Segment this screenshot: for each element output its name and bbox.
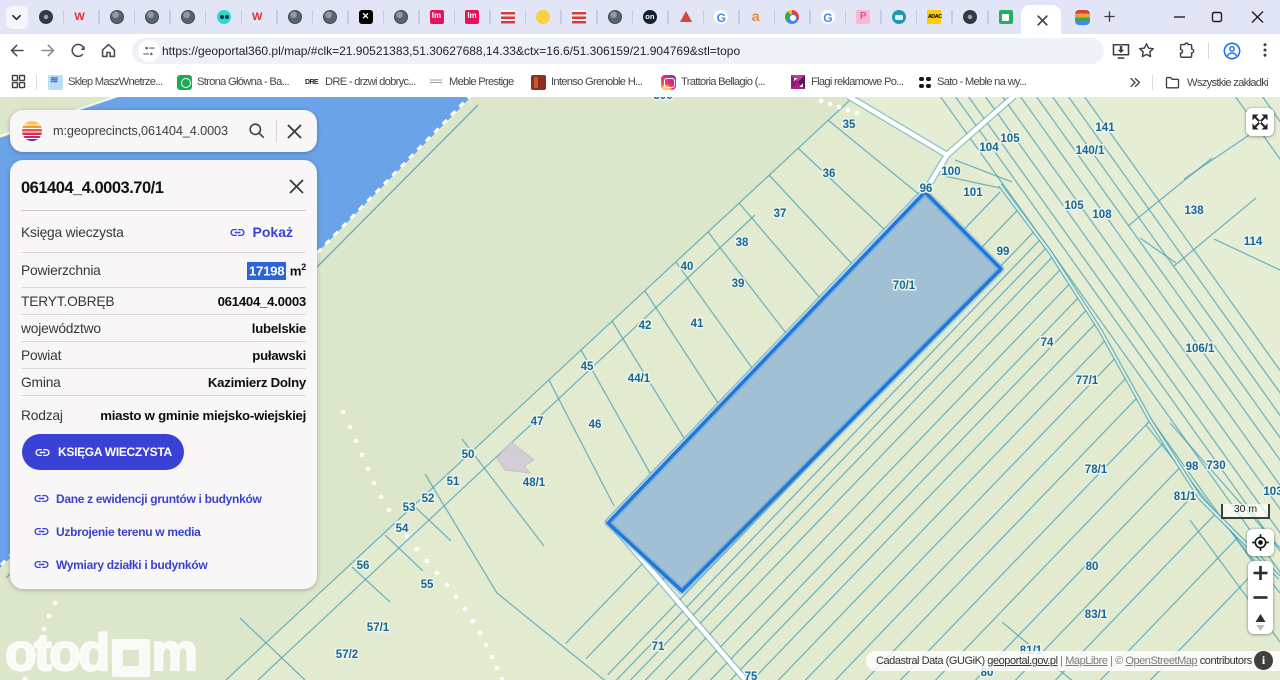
svg-text:57/2: 57/2	[336, 649, 358, 661]
svg-text:54: 54	[396, 523, 409, 535]
svg-text:44/1: 44/1	[628, 373, 651, 385]
svg-text:51: 51	[447, 476, 460, 488]
svg-text:100: 100	[941, 166, 960, 178]
svg-text:83/1: 83/1	[1085, 609, 1108, 621]
svg-text:106/1: 106/1	[1186, 343, 1215, 355]
svg-text:50: 50	[462, 449, 475, 461]
svg-text:55: 55	[421, 579, 434, 591]
svg-text:99: 99	[997, 246, 1010, 258]
svg-text:40: 40	[681, 261, 694, 273]
svg-text:52: 52	[422, 493, 435, 505]
svg-text:39: 39	[732, 278, 745, 290]
svg-text:47: 47	[531, 416, 544, 428]
svg-text:141: 141	[1095, 122, 1115, 134]
svg-text:48/1: 48/1	[523, 477, 546, 489]
svg-text:500: 500	[653, 97, 672, 102]
svg-text:78/1: 78/1	[1085, 464, 1108, 476]
svg-text:57/1: 57/1	[367, 622, 390, 634]
svg-text:730: 730	[1206, 460, 1225, 472]
svg-text:46: 46	[589, 419, 602, 431]
svg-text:74: 74	[1041, 337, 1054, 349]
svg-text:77/1: 77/1	[1076, 375, 1099, 387]
svg-text:45: 45	[581, 361, 594, 373]
svg-text:71: 71	[652, 641, 665, 653]
svg-text:35: 35	[843, 119, 856, 131]
svg-text:108: 108	[1092, 209, 1112, 221]
svg-text:103: 103	[1263, 486, 1280, 498]
svg-text:101: 101	[963, 187, 983, 199]
svg-text:53: 53	[403, 502, 416, 514]
svg-text:105: 105	[1000, 133, 1020, 145]
svg-text:41: 41	[691, 318, 704, 330]
svg-text:42: 42	[639, 320, 652, 332]
svg-text:138: 138	[1184, 205, 1204, 217]
svg-text:80: 80	[1086, 561, 1099, 573]
svg-text:75: 75	[745, 671, 758, 680]
svg-text:140/1: 140/1	[1076, 145, 1105, 157]
svg-text:56: 56	[357, 560, 370, 572]
svg-text:98: 98	[1186, 461, 1199, 473]
svg-text:96: 96	[920, 183, 933, 195]
svg-text:81/1: 81/1	[1174, 491, 1197, 503]
svg-text:36: 36	[823, 168, 836, 180]
svg-text:114: 114	[1244, 236, 1263, 248]
svg-text:70/1: 70/1	[893, 280, 916, 292]
svg-text:37: 37	[774, 208, 787, 220]
svg-text:104: 104	[979, 142, 999, 154]
svg-text:105: 105	[1064, 200, 1084, 212]
svg-text:38: 38	[736, 237, 749, 249]
